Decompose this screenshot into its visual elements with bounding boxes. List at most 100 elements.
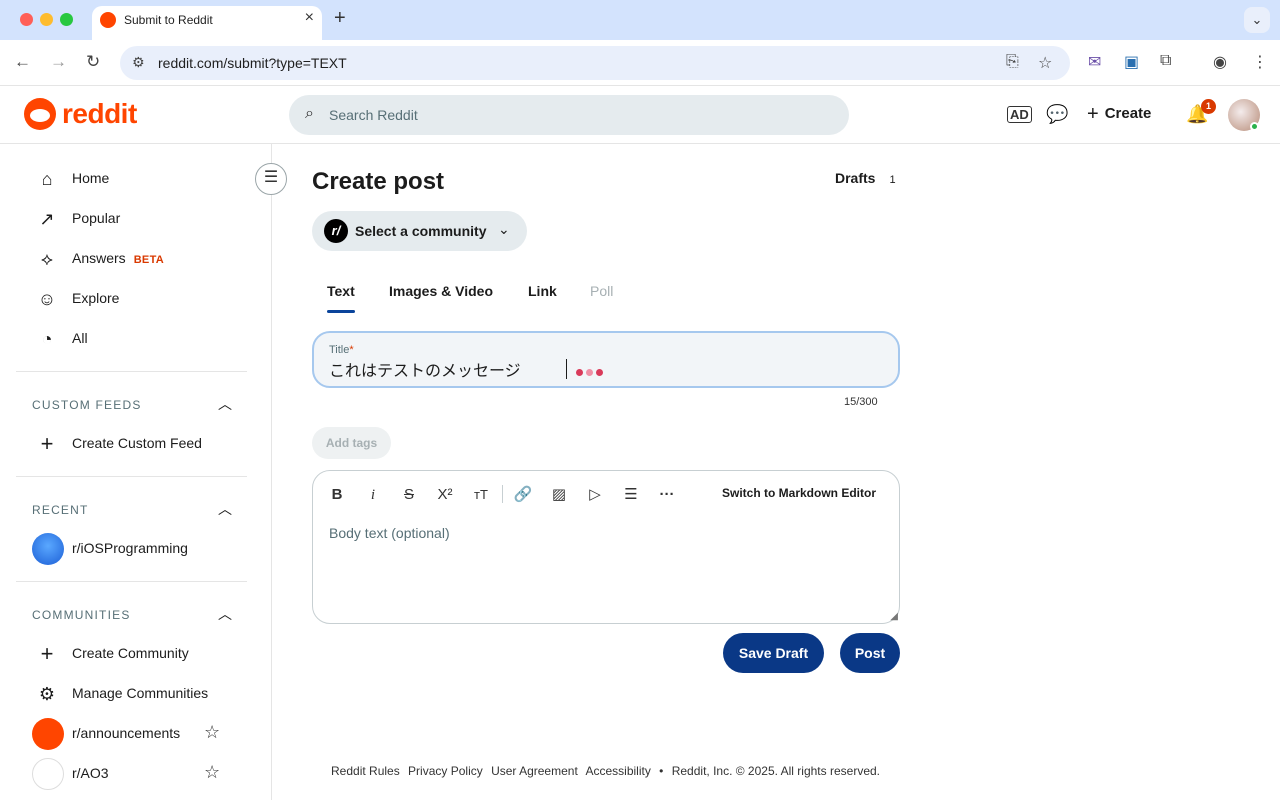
sidebar-item-explore[interactable]: ☺ Explore — [36, 280, 256, 316]
footer-link-rules[interactable]: Reddit Rules — [331, 764, 400, 778]
popular-arrow-icon: ↗ — [39, 209, 55, 229]
bullet-list-icon[interactable]: ☰ — [619, 483, 643, 507]
strikethrough-icon[interactable]: S — [397, 483, 421, 507]
select-community-dropdown[interactable]: r/ Select a community ⌄ — [312, 211, 527, 251]
more-options-icon[interactable]: ··· — [655, 483, 679, 507]
video-icon[interactable]: ▷ — [583, 483, 607, 507]
image-icon[interactable]: ▨ — [547, 483, 571, 507]
search-icon: ⌕ — [305, 105, 314, 122]
communities-header[interactable]: COMMUNITIES ︿ — [32, 604, 232, 626]
body-textarea[interactable] — [329, 525, 879, 615]
browser-menu-icon[interactable]: ⋮ — [1252, 52, 1268, 72]
extension-mail-icon[interactable]: ✉ — [1088, 52, 1101, 72]
recent-item-iosprogramming[interactable]: r/iOSProgramming — [32, 530, 256, 566]
tab-poll: Poll — [590, 283, 614, 299]
new-tab-icon[interactable]: + — [334, 7, 346, 30]
back-icon[interactable]: ← — [14, 52, 31, 72]
plus-icon: + — [1087, 103, 1099, 125]
tab-close-icon[interactable]: × — [305, 9, 314, 27]
footer-link-user-agreement[interactable]: User Agreement — [491, 764, 578, 778]
title-char-count: 15/300 — [844, 396, 878, 408]
all-chart-icon: ◔ — [41, 329, 53, 349]
address-bar[interactable]: ⚙ reddit.com/submit?type=TEXT ⎘ ☆ — [120, 46, 1070, 80]
reddit-logo-text[interactable]: reddit — [62, 98, 137, 130]
search-input[interactable] — [329, 95, 829, 135]
chevron-up-icon: ︿ — [218, 606, 232, 622]
active-tab-indicator — [327, 310, 355, 313]
reload-icon[interactable]: ↻ — [86, 52, 100, 72]
window-minimize-button[interactable] — [40, 13, 53, 26]
reddit-header: reddit ⌕ AD 💬 +Create 🔔 1 — [0, 87, 1280, 144]
online-status-dot — [1250, 122, 1259, 131]
explore-icon: ☺ — [37, 289, 57, 309]
window-maximize-button[interactable] — [60, 13, 73, 26]
chevron-up-icon: ︿ — [218, 501, 232, 517]
switch-markdown-button[interactable]: Switch to Markdown Editor — [722, 486, 876, 500]
community-avatar — [32, 718, 64, 750]
tab-images-video[interactable]: Images & Video — [389, 283, 493, 299]
footer: Reddit Rules Privacy Policy User Agreeme… — [331, 764, 885, 778]
bold-icon[interactable]: B — [325, 483, 349, 507]
sidebar-divider — [16, 476, 247, 477]
sidebar-divider — [16, 371, 247, 372]
reddit-favicon-icon — [100, 12, 116, 28]
italic-icon[interactable]: i — [361, 483, 385, 507]
drafts-count: 1 — [889, 174, 896, 186]
custom-feeds-header[interactable]: CUSTOM FEEDS ︿ — [32, 394, 232, 416]
create-community-item[interactable]: + Create Community — [36, 635, 256, 671]
plus-icon: + — [40, 641, 54, 666]
reddit-logo-icon[interactable] — [24, 98, 56, 130]
community-item-announcements[interactable]: r/announcements ☆ — [32, 715, 256, 751]
drafts-button[interactable]: Drafts 1 — [835, 170, 896, 186]
footer-link-privacy[interactable]: Privacy Policy — [408, 764, 483, 778]
title-input[interactable] — [329, 359, 569, 378]
browser-tab[interactable]: Submit to Reddit × — [92, 6, 322, 40]
create-button[interactable]: + Create — [1087, 103, 1151, 126]
advertise-icon[interactable]: AD — [1007, 106, 1032, 123]
title-field[interactable]: Title* — [312, 331, 900, 388]
sidebar-item-home[interactable]: ⌂ Home — [36, 160, 256, 196]
bookmark-star-icon[interactable]: ☆ — [1038, 53, 1052, 73]
create-custom-feed-item[interactable]: + Create Custom Feed — [36, 425, 256, 461]
recent-header[interactable]: RECENT ︿ — [32, 499, 232, 521]
profile-icon[interactable]: ◉ — [1213, 52, 1227, 72]
browser-toolbar: ← → ↻ ⚙ reddit.com/submit?type=TEXT ⎘ ☆ … — [0, 40, 1280, 86]
footer-separator: • — [659, 764, 664, 778]
tab-text[interactable]: Text — [327, 283, 355, 299]
sidebar-item-all[interactable]: ◔ All — [36, 320, 256, 356]
sidebar-item-answers[interactable]: ⟡ Answers BETA — [36, 240, 256, 276]
superscript-icon[interactable]: X² — [433, 483, 457, 507]
forward-icon[interactable]: → — [50, 52, 67, 72]
save-draft-button[interactable]: Save Draft — [723, 633, 824, 673]
gear-icon: ⚙ — [38, 684, 56, 704]
extensions-puzzle-icon[interactable]: ⧉ — [1160, 52, 1171, 70]
sidebar-item-popular[interactable]: ↗ Popular — [36, 200, 256, 236]
link-icon[interactable]: 🔗 — [511, 483, 535, 507]
resize-handle-icon[interactable]: ◢ — [890, 611, 898, 622]
post-button[interactable]: Post — [840, 633, 900, 673]
site-info-icon[interactable]: ⚙ — [132, 54, 145, 71]
plus-icon: + — [40, 431, 54, 456]
footer-link-accessibility[interactable]: Accessibility — [585, 764, 650, 778]
search-bar[interactable]: ⌕ — [289, 95, 849, 135]
favorite-star-icon[interactable]: ☆ — [204, 762, 220, 783]
tab-link[interactable]: Link — [528, 283, 557, 299]
favorite-star-icon[interactable]: ☆ — [204, 722, 220, 743]
community-item-ao3[interactable]: r/AO3 ☆ — [32, 755, 256, 791]
install-app-icon[interactable]: ⎘ — [1006, 53, 1019, 71]
answers-icon: ⟡ — [41, 249, 53, 269]
chevron-up-icon: ︿ — [218, 396, 232, 412]
chat-icon[interactable]: 💬 — [1046, 104, 1068, 125]
browser-tab-bar: Submit to Reddit × + ⌄ — [0, 0, 1280, 40]
notification-badge: 1 — [1201, 99, 1216, 114]
heading-icon[interactable]: тT — [469, 483, 493, 507]
tab-search-chevron-icon[interactable]: ⌄ — [1244, 7, 1270, 33]
text-caret — [566, 359, 567, 379]
window-close-button[interactable] — [20, 13, 33, 26]
url-text: reddit.com/submit?type=TEXT — [158, 55, 347, 71]
chevron-down-icon: ⌄ — [498, 221, 510, 237]
sidebar-divider — [16, 581, 247, 582]
tab-title: Submit to Reddit — [124, 13, 213, 27]
extension-image-icon[interactable]: ▣ — [1124, 52, 1139, 72]
manage-communities-item[interactable]: ⚙ Manage Communities — [36, 675, 256, 711]
